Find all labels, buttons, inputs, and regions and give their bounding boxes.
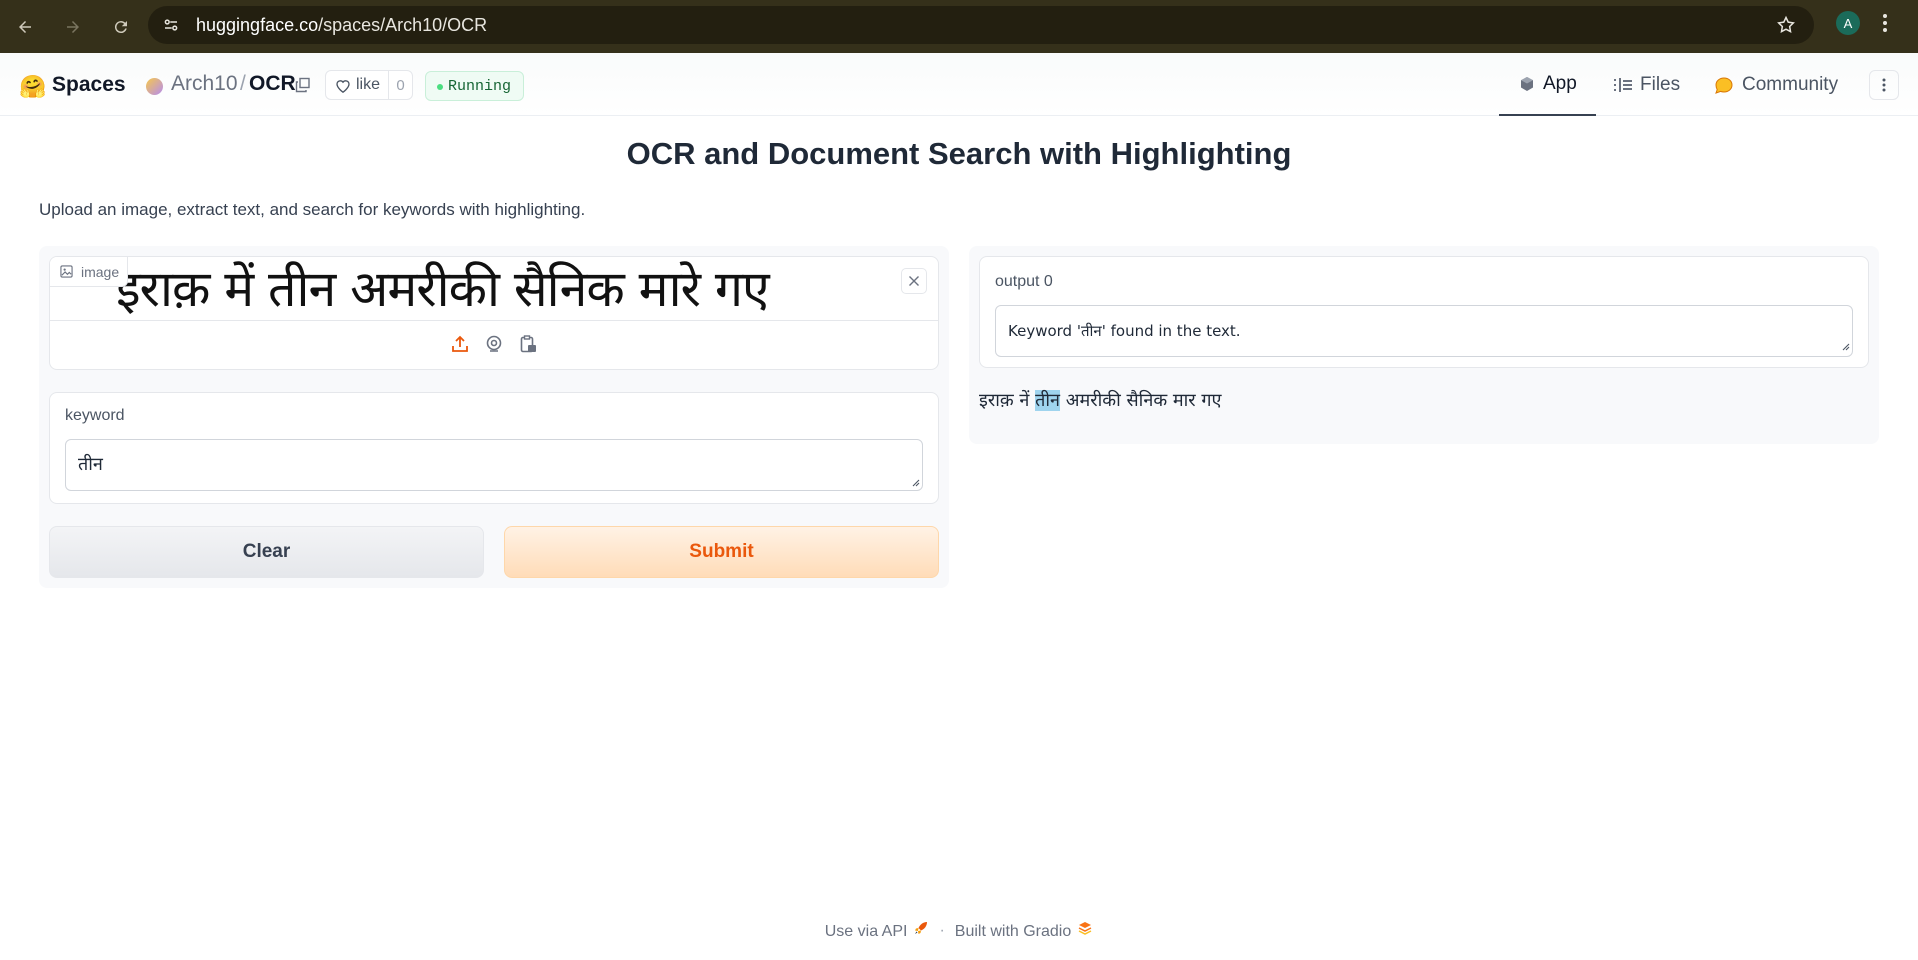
highlighted-text: इराक़ नें तीन अमरीकी सैनिक मार गए — [979, 388, 1221, 412]
built-label: Built with Gradio — [954, 923, 1072, 940]
heart-icon — [335, 78, 351, 93]
tab-community[interactable]: Community — [1714, 53, 1838, 116]
output-field-block: output 0 Keyword 'तीन' found in the text… — [979, 256, 1869, 368]
site-info-icon[interactable] — [156, 10, 186, 40]
footer: Use via API · Built with Gradio — [0, 920, 1918, 941]
webcam-icon[interactable] — [483, 333, 505, 355]
space-header: 🤗 Spaces Arch10 / OCR like 0 Running App… — [0, 53, 1918, 116]
highlight-before: इराक़ नें — [979, 390, 1036, 411]
highlight-match: तीन — [1035, 390, 1061, 411]
tab-app[interactable]: App — [1499, 53, 1596, 116]
image-label-text: image — [81, 263, 120, 280]
keyword-input[interactable]: तीन — [65, 439, 923, 491]
cube-icon — [1519, 76, 1535, 92]
owner-link[interactable]: Arch10 — [171, 72, 238, 96]
close-icon[interactable] — [901, 268, 927, 294]
clipboard-icon[interactable] — [517, 333, 539, 355]
owner-avatar — [146, 78, 163, 95]
profile-avatar[interactable]: A — [1836, 11, 1860, 35]
tab-files[interactable]: Files — [1614, 53, 1680, 116]
image-upload[interactable]: इराक़ में तीन अमरीकी सैनिक मारे गए image — [49, 256, 939, 370]
huggingface-logo-icon[interactable]: 🤗 — [19, 74, 46, 100]
files-icon — [1614, 77, 1632, 92]
output-label: output 0 — [995, 273, 1053, 290]
address-bar[interactable]: huggingface.co/spaces/Arch10/OCR — [148, 6, 1814, 44]
copy-icon[interactable] — [295, 77, 311, 98]
resize-handle-icon[interactable] — [1840, 341, 1850, 351]
highlight-after: अमरीकी सैनिक मार गए — [1060, 390, 1222, 411]
like-count: 0 — [388, 71, 412, 99]
api-label: Use via API — [824, 923, 908, 940]
gradio-logo-icon — [1077, 920, 1093, 936]
use-via-api-link[interactable]: Use via API — [825, 920, 930, 941]
upload-icon[interactable] — [449, 333, 471, 355]
repo-name-link[interactable]: OCR — [249, 72, 296, 96]
resize-handle-icon[interactable] — [910, 477, 920, 487]
back-icon[interactable] — [14, 16, 36, 38]
tab-app-label: App — [1543, 72, 1577, 94]
forward-icon[interactable] — [62, 16, 84, 38]
browser-menu-icon[interactable] — [1882, 13, 1888, 38]
keyword-label: keyword — [65, 407, 125, 424]
tab-files-label: Files — [1640, 73, 1681, 95]
bookmark-star-icon[interactable] — [1776, 15, 1796, 40]
keyword-field-block: keyword तीन — [49, 392, 939, 504]
image-label: image — [50, 257, 129, 287]
page-description: Upload an image, extract text, and searc… — [39, 200, 586, 219]
more-options-icon[interactable] — [1869, 70, 1899, 100]
spaces-link[interactable]: Spaces — [52, 73, 126, 97]
image-source-selector — [50, 333, 938, 355]
input-panel: इराक़ में तीन अमरीकी सैनिक मारे गए image… — [39, 246, 949, 588]
uploaded-image-text: इराक़ में तीन अमरीकी सैनिक मारे गए — [116, 260, 770, 318]
like-button[interactable]: like 0 — [325, 70, 413, 100]
like-label: like — [356, 76, 381, 93]
output-panel: output 0 Keyword 'तीन' found in the text… — [969, 246, 1879, 444]
output-textbox[interactable]: Keyword 'तीन' found in the text. — [995, 305, 1853, 357]
page-title: OCR and Document Search with Highlightin… — [626, 136, 1292, 171]
image-divider — [50, 320, 938, 321]
tab-community-label: Community — [1742, 73, 1839, 95]
reload-icon[interactable] — [110, 16, 132, 38]
community-icon — [1714, 76, 1734, 94]
path-separator: / — [240, 72, 246, 95]
url-text: huggingface.co/spaces/Arch10/OCR — [196, 14, 488, 35]
image-icon — [60, 265, 73, 278]
built-with-gradio-link[interactable]: Built with Gradio — [955, 920, 1094, 941]
clear-button[interactable]: Clear — [49, 526, 484, 578]
status-badge: Running — [425, 71, 525, 101]
browser-toolbar: huggingface.co/spaces/Arch10/OCR A — [0, 0, 1918, 53]
footer-separator: · — [939, 921, 945, 939]
submit-button[interactable]: Submit — [504, 526, 939, 578]
rocket-icon — [913, 920, 929, 936]
